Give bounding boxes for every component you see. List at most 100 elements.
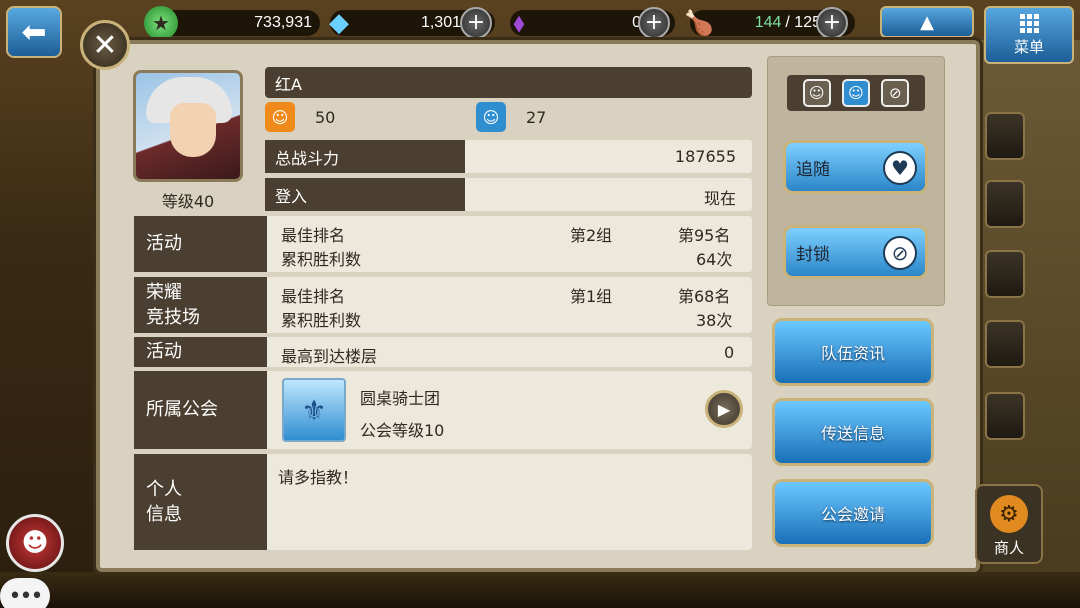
- activity-category: 活动: [134, 216, 267, 272]
- arena-best-rank-value: 第68名: [678, 287, 731, 306]
- smile-icon: ☺: [848, 84, 864, 102]
- stat-orange-value: 50: [315, 108, 336, 127]
- emote-filter-bar: ☺ ☺ ⊘: [787, 75, 925, 111]
- play-icon: ▶: [717, 399, 731, 419]
- meat-icon: 🍗: [684, 9, 714, 37]
- guild-level: 公会等级10: [360, 421, 445, 440]
- guild-go-button[interactable]: ▶: [705, 390, 743, 428]
- arena-wins-value: 38次: [696, 311, 733, 330]
- back-button[interactable]: ⬅: [6, 6, 62, 58]
- floor-label: 最高到达楼层: [281, 347, 378, 366]
- team-info-button[interactable]: 队伍资讯: [772, 318, 934, 386]
- block-button[interactable]: 封锁 ⊘: [783, 225, 928, 279]
- guild-invite-label: 公会邀请: [820, 505, 885, 524]
- login-row: 登入 现在: [265, 178, 752, 211]
- side-slot[interactable]: [985, 180, 1025, 228]
- wins-label: 累积胜利数: [281, 250, 362, 269]
- merchant-button[interactable]: ⚙ 商人: [975, 484, 1043, 564]
- smile-icon: ☺: [808, 84, 825, 102]
- personal-category-line2: 信息: [146, 504, 182, 525]
- guild-category: 所属公会: [134, 371, 267, 449]
- activity-block: 活动: [134, 216, 752, 272]
- side-slot[interactable]: [985, 112, 1025, 160]
- arena-category-line1: 荣耀: [146, 281, 182, 303]
- add-stamina-button[interactable]: +: [816, 7, 848, 39]
- personal-category: 个人 信息: [134, 454, 267, 550]
- menu-button[interactable]: 菜单: [984, 6, 1074, 64]
- ellipsis-icon: •••: [8, 583, 44, 608]
- add-gems-button[interactable]: +: [460, 7, 492, 39]
- crystal-icon: ⬧: [513, 7, 525, 38]
- plus-icon: +: [644, 10, 664, 35]
- bottom-strip: [0, 572, 1080, 608]
- activity-floor-block: 活动: [134, 337, 752, 367]
- avatar: [133, 70, 243, 182]
- demon-icon: ☻: [21, 528, 49, 558]
- chat-button[interactable]: •••: [0, 578, 50, 608]
- user-heart-icon: ♥: [883, 151, 917, 185]
- plus-icon: +: [466, 10, 486, 35]
- stat-blue-value: 27: [526, 108, 547, 127]
- level-label: 等级40: [161, 192, 215, 211]
- arena-best-rank-group: 第1组: [570, 287, 613, 306]
- plus-icon: +: [822, 10, 842, 35]
- merchant-label: 商人: [993, 539, 1024, 557]
- emote-orange-toggle[interactable]: ☺: [802, 79, 831, 107]
- close-icon: ✕: [92, 27, 118, 63]
- personal-category-line1: 个人: [146, 478, 182, 500]
- side-slot[interactable]: [985, 250, 1025, 298]
- best-rank-label: 最佳排名: [281, 226, 346, 245]
- arena-best-rank-label: 最佳排名: [281, 287, 346, 306]
- merchant-icon: ⚙: [990, 495, 1028, 533]
- guild-emblem-icon: ⚜: [282, 378, 346, 442]
- block-label: 封锁: [796, 244, 830, 265]
- top-bar: ⬅ 733,931 ★ 1,301 ◆ + 0 ⬧ + 144 / 125 🍗 …: [0, 0, 1080, 64]
- add-crystals-button[interactable]: +: [638, 7, 670, 39]
- player-name: 红A: [275, 74, 302, 94]
- guild-name: 圆桌骑士团: [360, 389, 441, 408]
- send-message-label: 传送信息: [820, 424, 885, 443]
- follow-label: 追随: [796, 159, 830, 180]
- personal-message: 请多指教！: [278, 468, 359, 487]
- wins-value: 64次: [696, 250, 733, 269]
- power-value: 187655: [674, 147, 736, 166]
- best-rank-group: 第2组: [570, 226, 613, 245]
- gold-value: 733,931: [254, 14, 312, 31]
- close-button[interactable]: ✕: [80, 20, 130, 70]
- side-slot[interactable]: [985, 392, 1025, 440]
- smile-orange-icon: ☺: [265, 102, 295, 132]
- back-arrow-icon: ⬅: [21, 14, 47, 50]
- triangle-up-icon: ▲: [920, 11, 934, 33]
- side-slot[interactable]: [985, 320, 1025, 368]
- arena-category-line2: 竞技场: [146, 307, 200, 328]
- diamond-icon: ◆: [329, 8, 349, 38]
- arena-wins-label: 累积胜利数: [281, 311, 362, 330]
- demon-event-button[interactable]: ☻: [6, 514, 64, 572]
- follow-button[interactable]: 追随 ♥: [783, 140, 928, 194]
- smile-blue-icon: ☺: [476, 102, 506, 132]
- floor-value: 0: [724, 343, 735, 362]
- send-message-button[interactable]: 传送信息: [772, 398, 934, 466]
- ban-icon: ⊘: [883, 236, 917, 270]
- emote-blue-toggle[interactable]: ☺: [841, 79, 870, 107]
- power-row: 总战斗力 187655: [265, 140, 752, 173]
- best-rank-value: 第95名: [678, 226, 731, 245]
- stamina-current: 144: [754, 14, 782, 31]
- guild-invite-button[interactable]: 公会邀请: [772, 479, 934, 547]
- login-value: 现在: [703, 189, 736, 208]
- power-label: 总战斗力: [265, 140, 465, 173]
- personal-block: 个人 信息: [134, 454, 752, 550]
- ban-icon: ⊘: [889, 84, 902, 102]
- login-label: 登入: [265, 178, 465, 211]
- menu-label: 菜单: [1013, 37, 1044, 56]
- arena-block: 荣耀 竞技场: [134, 277, 752, 333]
- arena-category: 荣耀 竞技场: [134, 277, 267, 333]
- grid-icon: [1019, 13, 1039, 33]
- player-name-bar: 红A: [265, 67, 752, 98]
- gem-value: 1,301: [420, 14, 461, 31]
- collapse-button[interactable]: ▲: [880, 6, 974, 38]
- team-info-label: 队伍资讯: [820, 344, 885, 363]
- activity-floor-category: 活动: [134, 337, 267, 367]
- block-toggle[interactable]: ⊘: [881, 79, 910, 107]
- gold-icon: ★: [144, 6, 178, 40]
